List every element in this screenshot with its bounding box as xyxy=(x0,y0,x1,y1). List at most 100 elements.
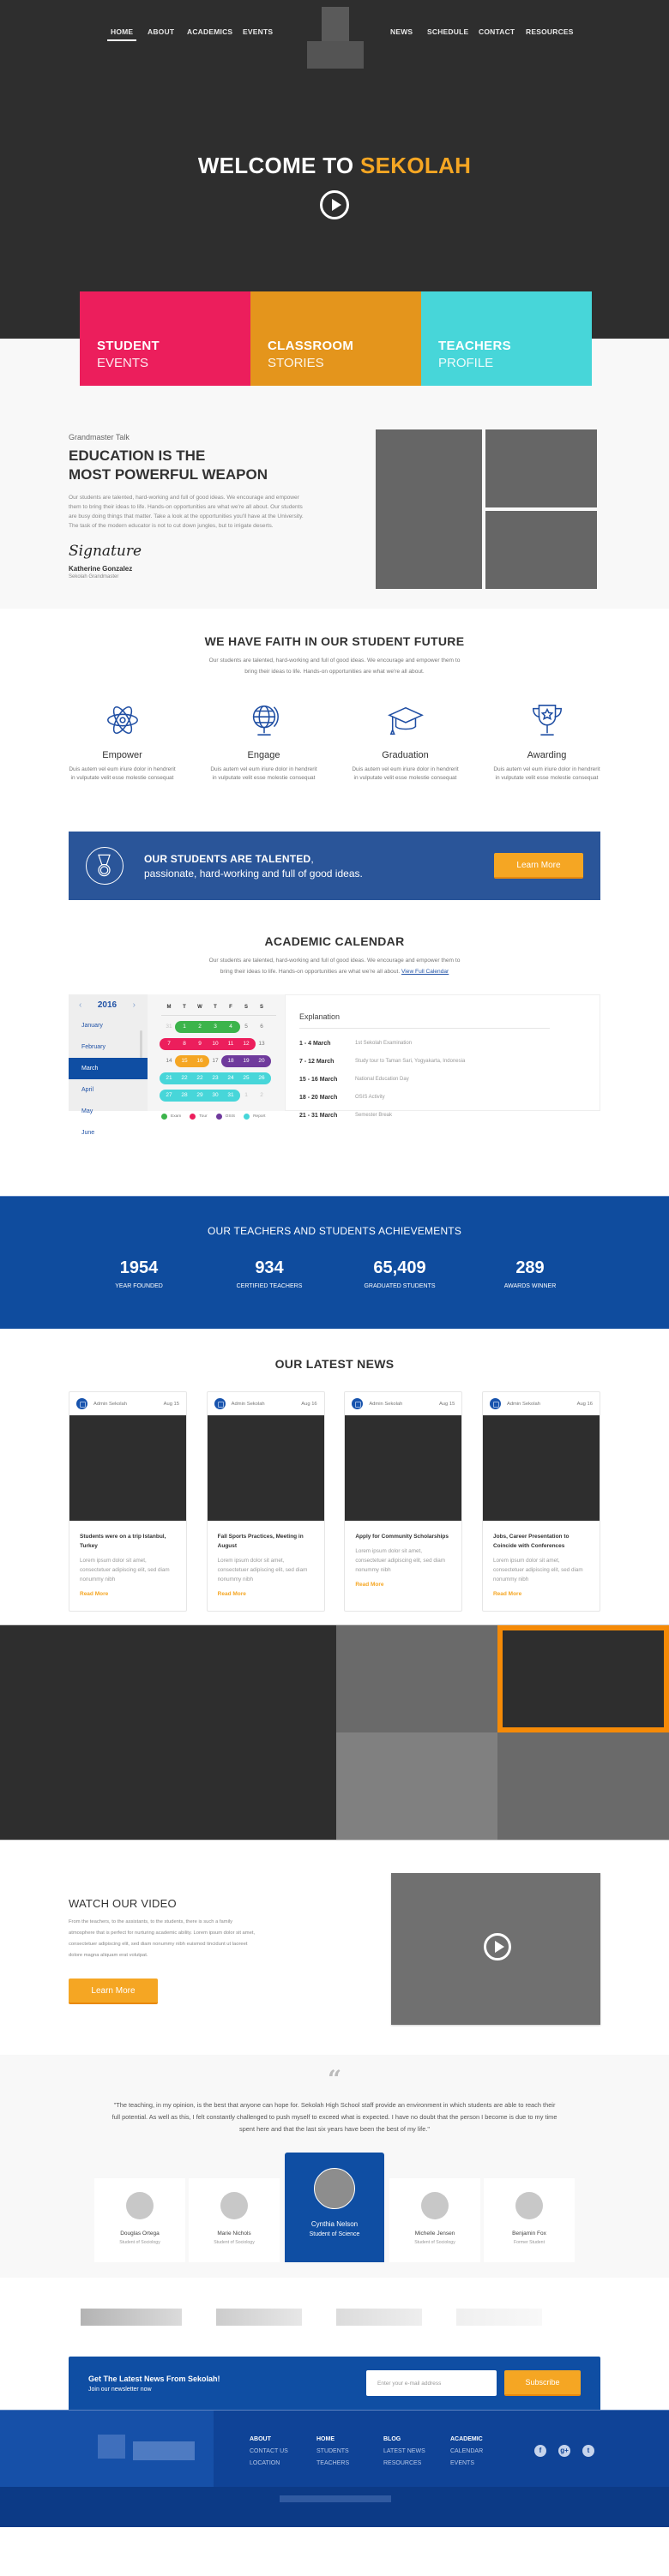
learn-more-button[interactable]: Learn More xyxy=(494,853,583,879)
scrollbar[interactable] xyxy=(140,1030,142,1058)
calendar-day[interactable]: 12 xyxy=(238,1038,254,1050)
news-card[interactable]: Admin Sekolah Aug 16 Fall Sports Practices… xyxy=(206,1391,325,1612)
footer-logo[interactable] xyxy=(0,2411,214,2487)
read-more-link[interactable]: Read More xyxy=(80,1591,108,1597)
gallery-main-image[interactable] xyxy=(0,1625,336,1840)
footer-link[interactable]: LATEST NEWS xyxy=(383,2448,450,2454)
video-player[interactable] xyxy=(391,1873,600,2025)
news-title[interactable]: Fall Sports Practices, Meeting in August xyxy=(218,1532,314,1551)
gallery-thumb[interactable] xyxy=(336,1625,497,1732)
news-title[interactable]: Students were on a trip Istanbul, Turkey xyxy=(80,1532,176,1551)
calendar-day[interactable]: 25 xyxy=(238,1072,254,1084)
news-title[interactable]: Apply for Community Scholarships xyxy=(355,1532,451,1541)
calendar-day[interactable]: 27 xyxy=(161,1090,177,1102)
calendar-day[interactable]: 17 xyxy=(208,1055,223,1067)
month-item-january[interactable]: January xyxy=(69,1015,148,1036)
calendar-day[interactable]: 6 xyxy=(254,1021,269,1033)
footer-heading-link[interactable]: ACADEMIC xyxy=(450,2436,517,2442)
nav-schedule[interactable]: SCHEDULE xyxy=(427,27,468,36)
calendar-day[interactable]: 1 xyxy=(177,1021,192,1033)
testimonial-person[interactable]: Michelle Jensen Student of Sociology xyxy=(389,2178,480,2262)
calendar-day[interactable]: 5 xyxy=(238,1021,254,1033)
footer-heading-link[interactable]: HOME xyxy=(316,2436,383,2442)
subscribe-button[interactable]: Subscribe xyxy=(504,2370,581,2396)
nav-home[interactable]: HOME xyxy=(106,27,137,41)
testimonial-person-active[interactable]: Cynthia Nelson Student of Science xyxy=(285,2153,384,2262)
calendar-day[interactable]: 29 xyxy=(192,1090,208,1102)
month-item-april[interactable]: April xyxy=(69,1079,148,1101)
tile-classroom-stories[interactable]: CLASSROOM STORIES xyxy=(250,291,421,386)
calendar-day[interactable]: 2 xyxy=(192,1021,208,1033)
calendar-day[interactable]: 22 xyxy=(177,1072,192,1084)
news-card[interactable]: Admin Sekolah Aug 15 Students were on a tr… xyxy=(69,1391,187,1612)
site-logo[interactable] xyxy=(307,0,364,70)
chevron-right-icon[interactable]: › xyxy=(133,1000,136,1010)
nav-resources[interactable]: RESOURCES xyxy=(526,27,574,36)
play-icon[interactable] xyxy=(484,1933,511,1961)
calendar-day[interactable]: 16 xyxy=(192,1055,208,1067)
calendar-day[interactable]: 13 xyxy=(254,1038,269,1050)
calendar-day[interactable]: 4 xyxy=(223,1021,238,1033)
footer-link[interactable]: CALENDAR xyxy=(450,2448,517,2454)
calendar-day[interactable]: 23 xyxy=(208,1072,223,1084)
footer-link[interactable]: STUDENTS xyxy=(316,2448,383,2454)
testimonial-person[interactable]: Marie Nichols Student of Sociology xyxy=(189,2178,280,2262)
read-more-link[interactable]: Read More xyxy=(218,1591,246,1597)
news-image[interactable] xyxy=(345,1415,462,1521)
footer-link[interactable]: CONTACT US xyxy=(250,2448,316,2454)
calendar-day[interactable]: 18 xyxy=(223,1055,238,1067)
news-image[interactable] xyxy=(482,1415,600,1521)
news-image[interactable] xyxy=(69,1415,186,1521)
view-full-calendar-link[interactable]: View Full Calendar xyxy=(401,969,449,975)
news-title[interactable]: Jobs, Career Presentation to Coincide wi… xyxy=(493,1532,589,1551)
calendar-day[interactable]: 28 xyxy=(177,1090,192,1102)
month-item-february[interactable]: February xyxy=(69,1036,148,1058)
month-item-march[interactable]: March xyxy=(69,1058,148,1079)
gallery-thumb[interactable] xyxy=(497,1732,669,1840)
read-more-link[interactable]: Read More xyxy=(355,1582,383,1588)
gallery-thumb-selected[interactable] xyxy=(497,1625,669,1732)
footer-link[interactable]: RESOURCES xyxy=(383,2460,450,2466)
month-item-may[interactable]: May xyxy=(69,1101,148,1122)
tile-student-events[interactable]: STUDENT EVENTS xyxy=(80,291,250,386)
calendar-day[interactable]: 1 xyxy=(238,1090,254,1102)
calendar-day[interactable]: 14 xyxy=(161,1055,177,1067)
nav-about[interactable]: ABOUT xyxy=(148,27,174,36)
calendar-day[interactable]: 8 xyxy=(177,1038,192,1050)
calendar-day[interactable]: 3 xyxy=(208,1021,223,1033)
calendar-day[interactable]: 7 xyxy=(161,1038,177,1050)
calendar-day[interactable]: 20 xyxy=(254,1055,269,1067)
news-card[interactable]: Admin Sekolah Aug 16 Jobs, Career Presenta… xyxy=(481,1391,600,1612)
video-learn-more-button[interactable]: Learn More xyxy=(69,1979,158,2004)
calendar-day[interactable]: 9 xyxy=(192,1038,208,1050)
calendar-day[interactable]: 15 xyxy=(177,1055,192,1067)
tile-teachers-profile[interactable]: TEACHERS PROFILE xyxy=(421,291,592,386)
facebook-icon[interactable]: f xyxy=(534,2445,546,2457)
footer-link[interactable]: LOCATION xyxy=(250,2460,316,2466)
calendar-day[interactable]: 30 xyxy=(208,1090,223,1102)
calendar-day[interactable]: 24 xyxy=(223,1072,238,1084)
twitter-icon[interactable]: t xyxy=(582,2445,594,2457)
nav-news[interactable]: NEWS xyxy=(390,27,413,36)
calendar-day[interactable]: 10 xyxy=(208,1038,223,1050)
month-item-june[interactable]: June xyxy=(69,1122,148,1144)
calendar-day[interactable]: 19 xyxy=(238,1055,254,1067)
email-field[interactable] xyxy=(366,2370,497,2396)
calendar-day[interactable]: 22 xyxy=(192,1072,208,1084)
calendar-day[interactable]: 31 xyxy=(161,1021,177,1033)
nav-academics[interactable]: ACADEMICS xyxy=(187,27,232,36)
calendar-day[interactable]: 2 xyxy=(254,1090,269,1102)
calendar-day[interactable]: 31 xyxy=(223,1090,238,1102)
footer-link[interactable]: TEACHERS xyxy=(316,2460,383,2466)
calendar-day[interactable]: 21 xyxy=(161,1072,177,1084)
read-more-link[interactable]: Read More xyxy=(493,1591,521,1597)
news-card[interactable]: Admin Sekolah Aug 15 Apply for Community S… xyxy=(344,1391,463,1612)
calendar-day[interactable]: 11 xyxy=(223,1038,238,1050)
footer-heading-link[interactable]: BLOG xyxy=(383,2436,450,2442)
testimonial-person[interactable]: Douglas Ortega Student of Sociology xyxy=(94,2178,185,2262)
nav-events[interactable]: EVENTS xyxy=(243,27,273,36)
footer-link[interactable]: EVENTS xyxy=(450,2460,517,2466)
testimonial-person[interactable]: Benjamin Fox Former Student xyxy=(484,2178,575,2262)
google-plus-icon[interactable]: g+ xyxy=(558,2445,570,2457)
play-icon[interactable] xyxy=(320,190,349,219)
